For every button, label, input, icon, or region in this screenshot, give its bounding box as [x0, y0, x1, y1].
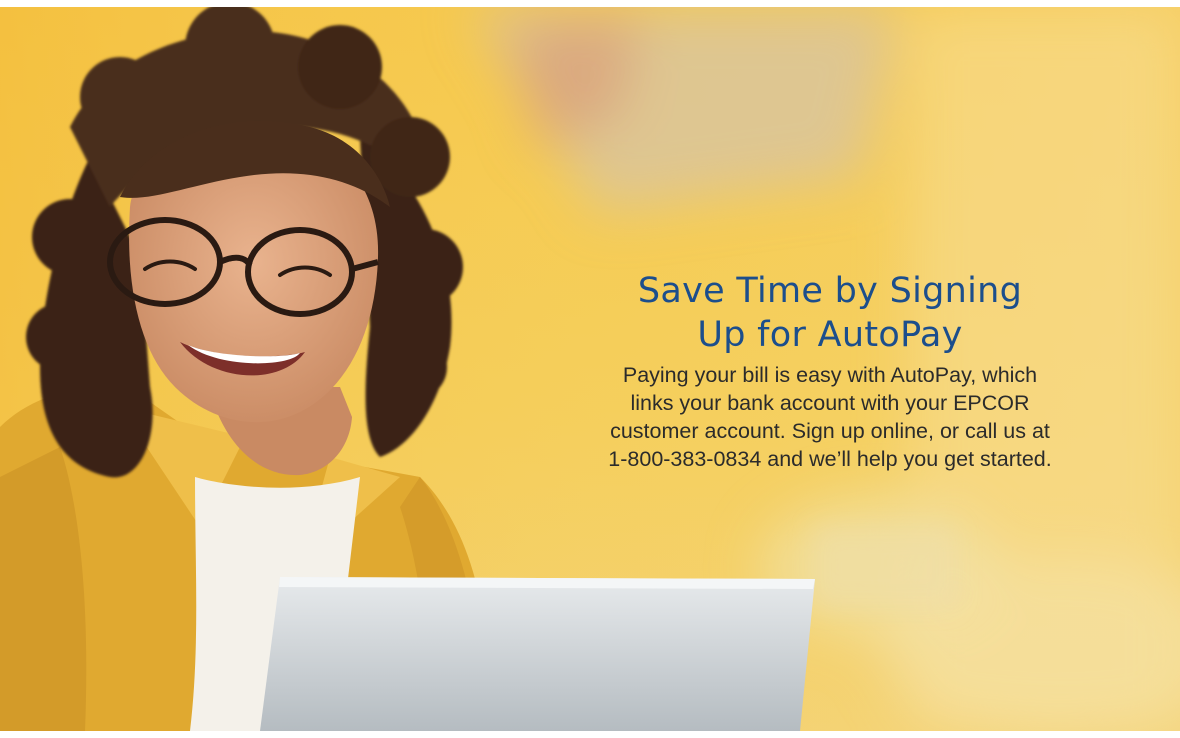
- promo-headline: Save Time by Signing Up for AutoPay: [560, 269, 1100, 357]
- body-line: customer account. Sign up online, or cal…: [610, 419, 1050, 443]
- autopay-promo-banner: Save Time by Signing Up for AutoPay Payi…: [0, 7, 1180, 731]
- headline-line: Up for AutoPay: [697, 315, 963, 355]
- promo-body-text: Paying your bill is easy with AutoPay, w…: [560, 361, 1100, 473]
- headline-line: Save Time by Signing: [637, 271, 1023, 311]
- promo-copy: Save Time by Signing Up for AutoPay Payi…: [560, 269, 1100, 473]
- body-line: 1-800-383-0834 and we’ll help you get st…: [608, 447, 1052, 471]
- body-line: Paying your bill is easy with AutoPay, w…: [622, 363, 1038, 387]
- body-line: links your bank account with your EPCOR: [630, 391, 1030, 415]
